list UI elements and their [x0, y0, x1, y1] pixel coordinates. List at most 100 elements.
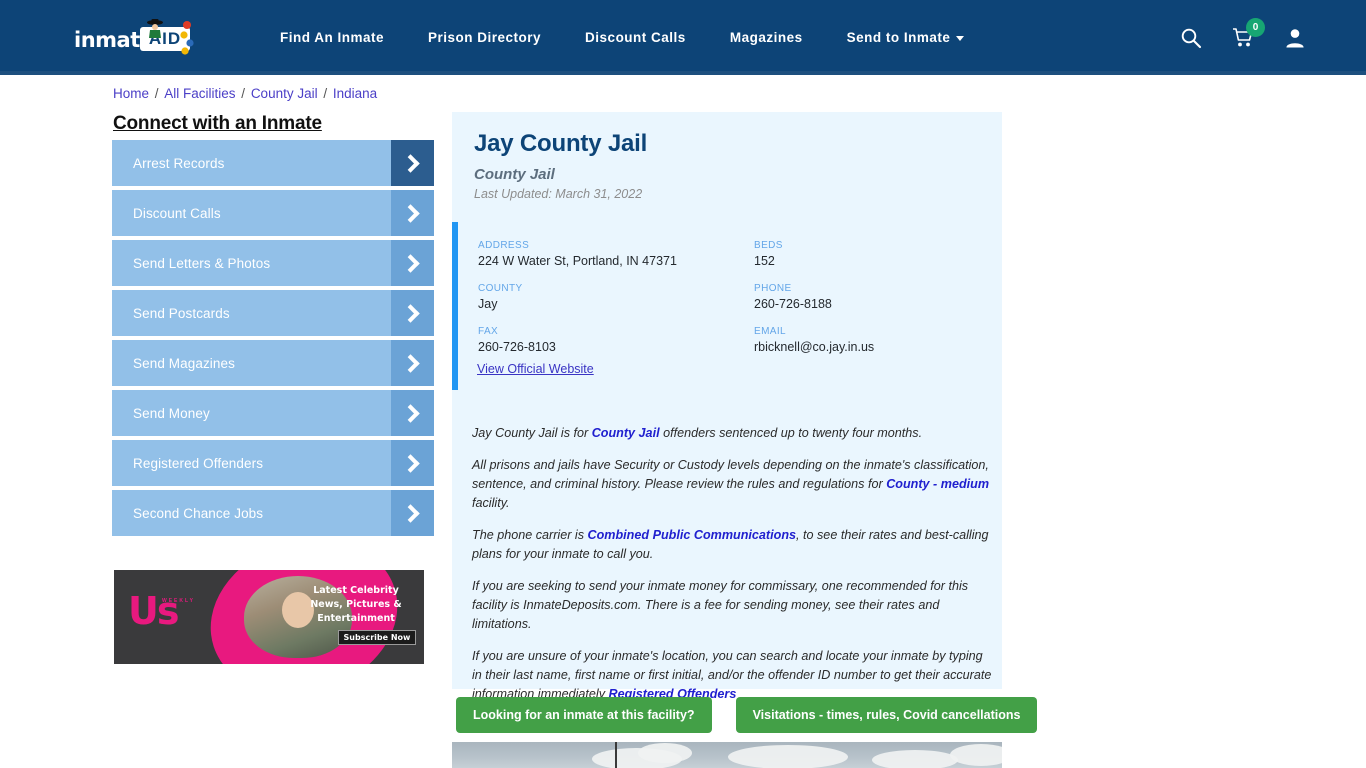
sidebar-item-registered-offenders[interactable]: Registered Offenders [112, 440, 434, 486]
info-field-value: 260-726-8103 [478, 340, 556, 354]
inline-text: offenders sentenced up to twenty four mo… [659, 426, 923, 440]
sidebar-item-send-money[interactable]: Send Money [112, 390, 434, 436]
sidebar-item-arrest-records[interactable]: Arrest Records [112, 140, 434, 186]
facility-description: Jay County Jail is for County Jail offen… [472, 424, 994, 717]
search-icon[interactable] [1180, 27, 1202, 49]
inline-text: facility. [472, 496, 510, 510]
looking-for-inmate-button[interactable]: Looking for an inmate at this facility? [456, 697, 712, 733]
nav-label: Prison Directory [428, 30, 542, 45]
description-paragraph: The phone carrier is Combined Public Com… [472, 526, 994, 564]
info-field-label: FAX [478, 326, 499, 337]
inline-link[interactable]: County - medium [886, 477, 989, 491]
info-field: BEDS 152 [754, 240, 978, 268]
utility-pole [615, 742, 617, 768]
info-field: COUNTY Jay [478, 283, 754, 311]
description-paragraph: All prisons and jails have Security or C… [472, 456, 994, 513]
breadcrumb-separator: / [151, 86, 163, 101]
info-field: EMAIL rbicknell@co.jay.in.us [754, 326, 978, 354]
chevron-right-icon [391, 190, 434, 236]
sidebar-item-label: Send Money [133, 405, 210, 421]
cloud-shape [728, 745, 848, 768]
facility-header: Jay County Jail County Jail Last Updated… [452, 112, 1002, 201]
sidebar-item-second-chance-jobs[interactable]: Second Chance Jobs [112, 490, 434, 536]
sidebar-item-label: Registered Offenders [133, 455, 264, 471]
site-logo[interactable]: inmate AID [74, 19, 194, 57]
chevron-right-icon [391, 390, 434, 436]
sidebar-item-label: Send Letters & Photos [133, 255, 271, 271]
inline-link[interactable]: County Jail [592, 426, 660, 440]
info-field-label: PHONE [754, 283, 792, 294]
info-field-label: ADDRESS [478, 240, 530, 251]
inline-text: The phone carrier is [472, 528, 588, 542]
nav-item-prison-directory[interactable]: Prison Directory [406, 30, 563, 45]
description-paragraph: If you are seeking to send your inmate m… [472, 577, 994, 634]
nav-label: Magazines [729, 30, 803, 45]
cloud-shape [638, 743, 692, 763]
chevron-glyph [401, 153, 420, 173]
info-field-value: 152 [754, 254, 775, 268]
sidebar-item-send-postcards[interactable]: Send Postcards [112, 290, 434, 336]
cloud-shape [872, 750, 958, 768]
sidebar-item-send-letters-photos[interactable]: Send Letters & Photos [112, 240, 434, 286]
sidebar-item-label: Send Magazines [133, 355, 235, 371]
visitations-button[interactable]: Visitations - times, rules, Covid cancel… [735, 697, 1038, 733]
primary-nav: Find An Inmate Prison Directory Discount… [258, 0, 986, 75]
facility-type: County Jail [474, 166, 555, 183]
facility-last-updated: Last Updated: March 31, 2022 [474, 187, 643, 201]
site-header: inmate AID Find An Inmate Prison Directo… [0, 0, 1366, 75]
sidebar-item-discount-calls[interactable]: Discount Calls [112, 190, 434, 236]
description-paragraph: Jay County Jail is for County Jail offen… [472, 424, 994, 443]
breadcrumb-item-home[interactable]: Home [113, 86, 149, 101]
breadcrumb-item-county-jail[interactable]: County Jail [251, 86, 318, 101]
chevron-down-icon [956, 35, 965, 41]
logo-dots-icon [180, 21, 194, 55]
chevron-right-icon [391, 490, 434, 536]
chevron-right-icon [391, 140, 434, 186]
logo-figure-icon [147, 19, 163, 38]
info-field: ADDRESS 224 W Water St, Portland, IN 4737… [478, 240, 754, 268]
nav-label: Find An Inmate [280, 30, 384, 45]
info-field-label: EMAIL [754, 326, 787, 337]
sidebar-item-label: Arrest Records [133, 155, 225, 171]
facility-info-grid: ADDRESS 224 W Water St, Portland, IN 4737… [478, 240, 978, 354]
chevron-right-icon [391, 240, 434, 286]
inline-text: Jay County Jail is for [472, 426, 592, 440]
info-field-value: 224 W Water St, Portland, IN 47371 [478, 254, 677, 268]
chevron-glyph [401, 403, 420, 423]
chevron-glyph [401, 453, 420, 473]
info-field-value: Jay [478, 297, 498, 311]
chevron-right-icon [391, 440, 434, 486]
breadcrumb: Home / All Facilities / County Jail / In… [113, 86, 377, 101]
accent-bar [452, 222, 458, 390]
page-title: Jay County Jail [474, 130, 648, 157]
nav-item-send-to-inmate[interactable]: Send to Inmate [825, 30, 987, 45]
info-field-label: BEDS [754, 240, 783, 251]
chevron-glyph [401, 253, 420, 273]
inline-link[interactable]: Combined Public Communications [588, 528, 797, 542]
user-icon[interactable] [1284, 27, 1306, 49]
view-official-website-link[interactable]: View Official Website [477, 362, 594, 376]
breadcrumb-separator: / [319, 86, 331, 101]
sidebar-item-label: Second Chance Jobs [133, 505, 264, 521]
nav-item-discount-calls[interactable]: Discount Calls [563, 30, 708, 45]
chevron-right-icon [391, 290, 434, 336]
breadcrumb-item-indiana[interactable]: Indiana [333, 86, 377, 101]
nav-item-magazines[interactable]: Magazines [708, 30, 825, 45]
ad-subscribe-button[interactable]: Subscribe Now [338, 630, 416, 645]
sidebar-menu: Arrest Records Discount Calls Send Letters… [112, 140, 434, 540]
advertisement-banner[interactable]: Us WEEKLY Latest Celebrity News, Picture… [114, 570, 424, 664]
chevron-right-icon [391, 340, 434, 386]
sidebar-item-send-magazines[interactable]: Send Magazines [112, 340, 434, 386]
inline-text: If you are seeking to send your inmate m… [472, 579, 969, 631]
cart-count-badge: 0 [1246, 17, 1265, 37]
info-field: PHONE 260-726-8188 [754, 283, 978, 311]
info-field: FAX 260-726-8103 [478, 326, 754, 354]
nav-item-find-an-inmate[interactable]: Find An Inmate [258, 30, 406, 45]
facility-photo [452, 742, 1002, 768]
breadcrumb-item-all-facilities[interactable]: All Facilities [164, 86, 235, 101]
description-paragraph: If you are unsure of your inmate's locat… [472, 647, 994, 704]
cart-icon[interactable]: 0 [1232, 17, 1265, 49]
sidebar-heading: Connect with an Inmate [113, 113, 322, 134]
cta-button-row: Looking for an inmate at this facility? … [456, 697, 1038, 733]
breadcrumb-separator: / [237, 86, 249, 101]
